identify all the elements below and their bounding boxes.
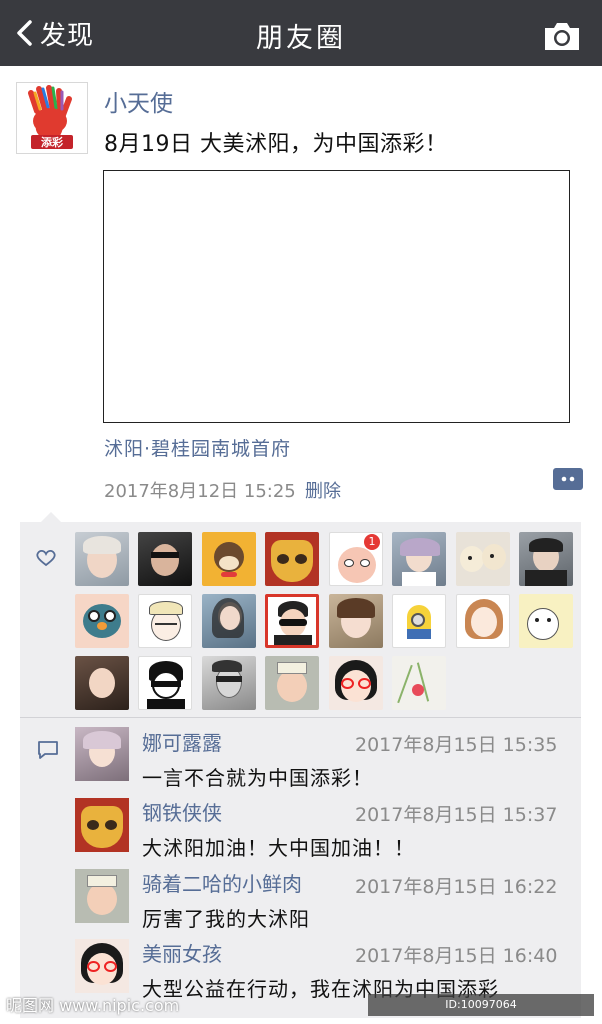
liker-avatar[interactable] <box>329 656 383 710</box>
post-image[interactable] <box>103 170 570 423</box>
comment-text: 大沭阳加油！大中国加油！！ <box>142 836 415 860</box>
liker-avatar[interactable] <box>202 594 256 648</box>
comment-author[interactable]: 美丽女孩 <box>142 938 222 967</box>
liker-avatar[interactable] <box>392 656 446 710</box>
liker-avatar[interactable] <box>329 594 383 648</box>
comment-author[interactable]: 骑着二哈的小鲜肉 <box>142 868 302 897</box>
liker-avatar[interactable] <box>138 532 192 586</box>
commenter-avatar[interactable] <box>75 798 129 852</box>
commenter-avatar[interactable] <box>75 939 129 993</box>
comment-bubble-icon <box>38 741 58 759</box>
comment-time: 2017年8月15日 16:22 <box>355 876 558 898</box>
liker-avatar[interactable] <box>265 532 319 586</box>
liker-avatar[interactable] <box>456 594 510 648</box>
liker-avatar[interactable] <box>202 656 256 710</box>
liker-avatar[interactable] <box>138 656 192 710</box>
delete-button[interactable]: 删除 <box>305 477 341 503</box>
comment-text: 厉害了我的大沭阳 <box>142 907 310 931</box>
avatar-logo-text: 添彩 <box>41 135 63 149</box>
liker-avatar[interactable]: 1 <box>329 532 383 586</box>
liker-avatar[interactable] <box>75 656 129 710</box>
panel-divider <box>20 717 581 718</box>
comment-author[interactable]: 娜可露露 <box>142 727 222 756</box>
camera-icon[interactable] <box>542 20 582 52</box>
poster-avatar[interactable]: 添彩 <box>16 82 88 154</box>
watermark-id: ID:10097064 NO:20171213140026252000 <box>368 994 594 1024</box>
liker-avatar[interactable] <box>202 532 256 586</box>
heart-icon <box>36 549 56 567</box>
comment-author[interactable]: 钢铁侠侠 <box>142 797 222 826</box>
liker-avatar[interactable] <box>75 594 129 648</box>
liker-avatar[interactable] <box>138 594 192 648</box>
post-time: 2017年8月12日 15:25 <box>104 481 296 502</box>
top-bar: 发现 朋友圈 <box>0 0 602 66</box>
liker-avatar[interactable] <box>265 594 319 648</box>
liker-avatar[interactable] <box>75 532 129 586</box>
commenter-avatar[interactable] <box>75 727 129 781</box>
liker-avatar[interactable] <box>519 532 573 586</box>
liker-avatar[interactable] <box>519 594 573 648</box>
liker-avatar[interactable] <box>392 532 446 586</box>
commenter-avatar[interactable] <box>75 869 129 923</box>
liker-avatar[interactable] <box>456 532 510 586</box>
post-text: 8月19日 大美沭阳，为中国添彩！ <box>104 132 448 157</box>
post-location[interactable]: 沭阳·碧桂园南城首府 <box>104 434 291 461</box>
comment-time: 2017年8月15日 16:40 <box>355 945 558 967</box>
comment-time: 2017年8月15日 15:37 <box>355 804 558 826</box>
page-title: 朋友圈 <box>256 23 346 54</box>
watermark-text: 昵图网 www.nipic.com <box>6 996 180 1015</box>
comment-text: 一言不合就为中国添彩！ <box>142 766 373 790</box>
liker-avatar[interactable] <box>265 656 319 710</box>
more-actions-icon[interactable] <box>553 468 583 490</box>
liker-avatar[interactable] <box>392 594 446 648</box>
poster-name[interactable]: 小天使 <box>104 84 173 118</box>
comment-time: 2017年8月15日 15:35 <box>355 734 558 756</box>
notification-badge: 1 <box>364 534 380 550</box>
hand-logo: 添彩 <box>28 85 73 149</box>
